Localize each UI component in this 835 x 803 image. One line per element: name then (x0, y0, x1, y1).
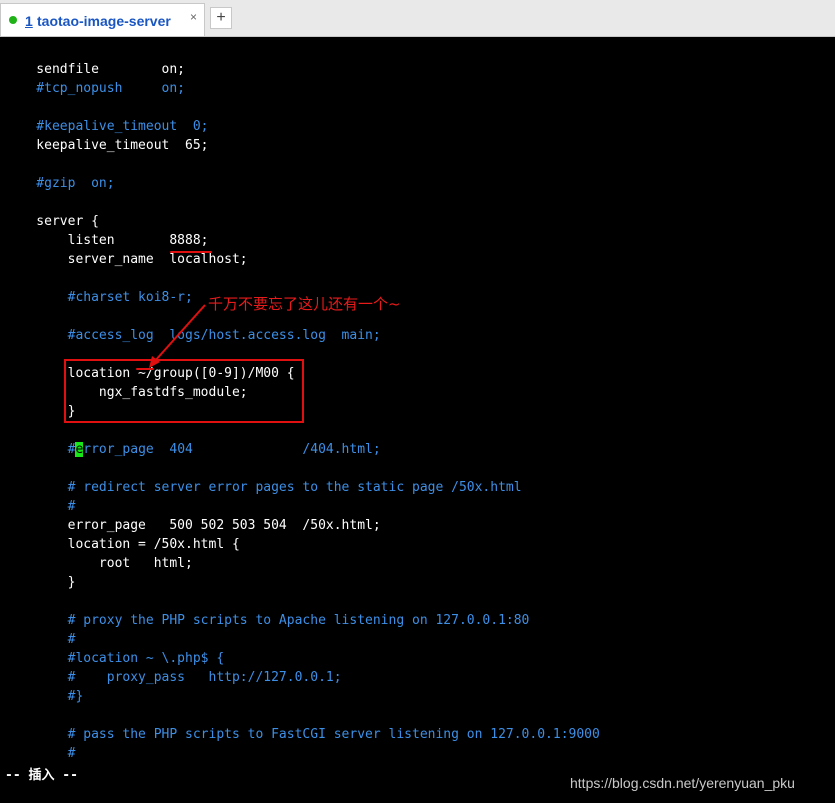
watermark-text: https://blog.csdn.net/yerenyuan_pku (570, 775, 795, 791)
annotation-text: 千万不要忘了这儿还有一个~ (208, 295, 401, 313)
annotation-arrow (149, 304, 206, 368)
